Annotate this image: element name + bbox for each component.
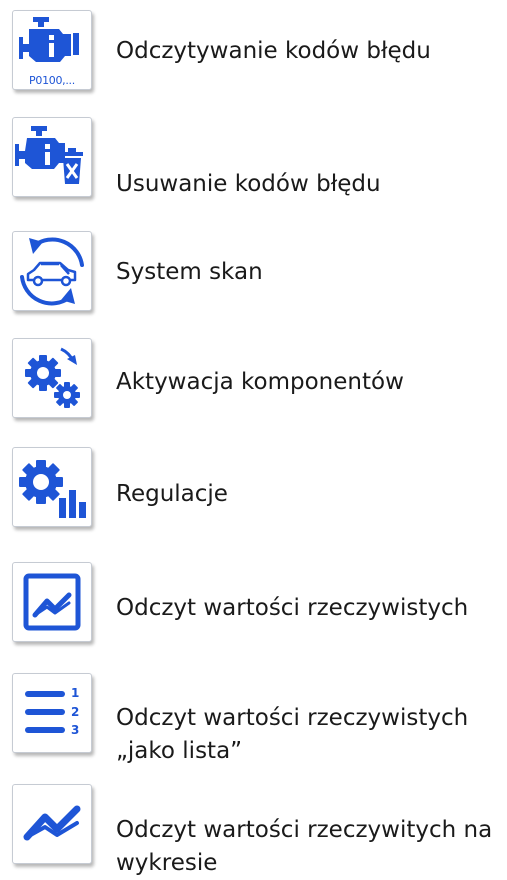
menu-item-label: Regulacje [116,481,228,507]
menu-tile-live-values-list[interactable]: 1 2 3 [12,673,92,753]
menu-item-label: Aktywacja komponentów [116,369,404,395]
engine-delete-icon [15,126,83,184]
menu-tile-component-activation[interactable] [12,338,92,418]
car-scan-icon [20,237,84,306]
menu-item-label: Odczyt wartości rzeczywistych „jako list… [116,705,469,764]
menu-tile-live-values[interactable] [12,562,92,642]
menu-item-label: System skan [116,259,263,285]
menu-tile-system-scan[interactable] [12,231,92,311]
trend-chart-icon [23,805,81,841]
svg-text:2: 2 [71,705,79,719]
menu-item-label: Usuwanie kodów błędu [116,171,381,197]
svg-text:1: 1 [71,686,79,700]
gear-bars-icon [19,460,86,518]
menu-item-label: Odczyt wartości rzeczywistych [116,595,469,621]
chart-frame-icon [23,573,81,631]
menu-tile-clear-codes[interactable] [12,117,92,197]
svg-text:3: 3 [71,723,79,737]
numbered-list-icon: 1 2 3 [25,686,79,737]
menu-item-label: Odczytywanie kodów błędu [116,38,431,64]
menu-tile-adjustments[interactable] [12,447,92,527]
gears-rotate-icon [25,347,80,408]
menu-tile-live-values-chart[interactable] [12,784,92,864]
menu-tile-read-codes[interactable]: P0100,... [12,10,92,90]
menu-item-label: Odczyt wartości rzeczywitych na wykresie [116,817,493,876]
icon-caption: P0100,... [29,74,75,87]
